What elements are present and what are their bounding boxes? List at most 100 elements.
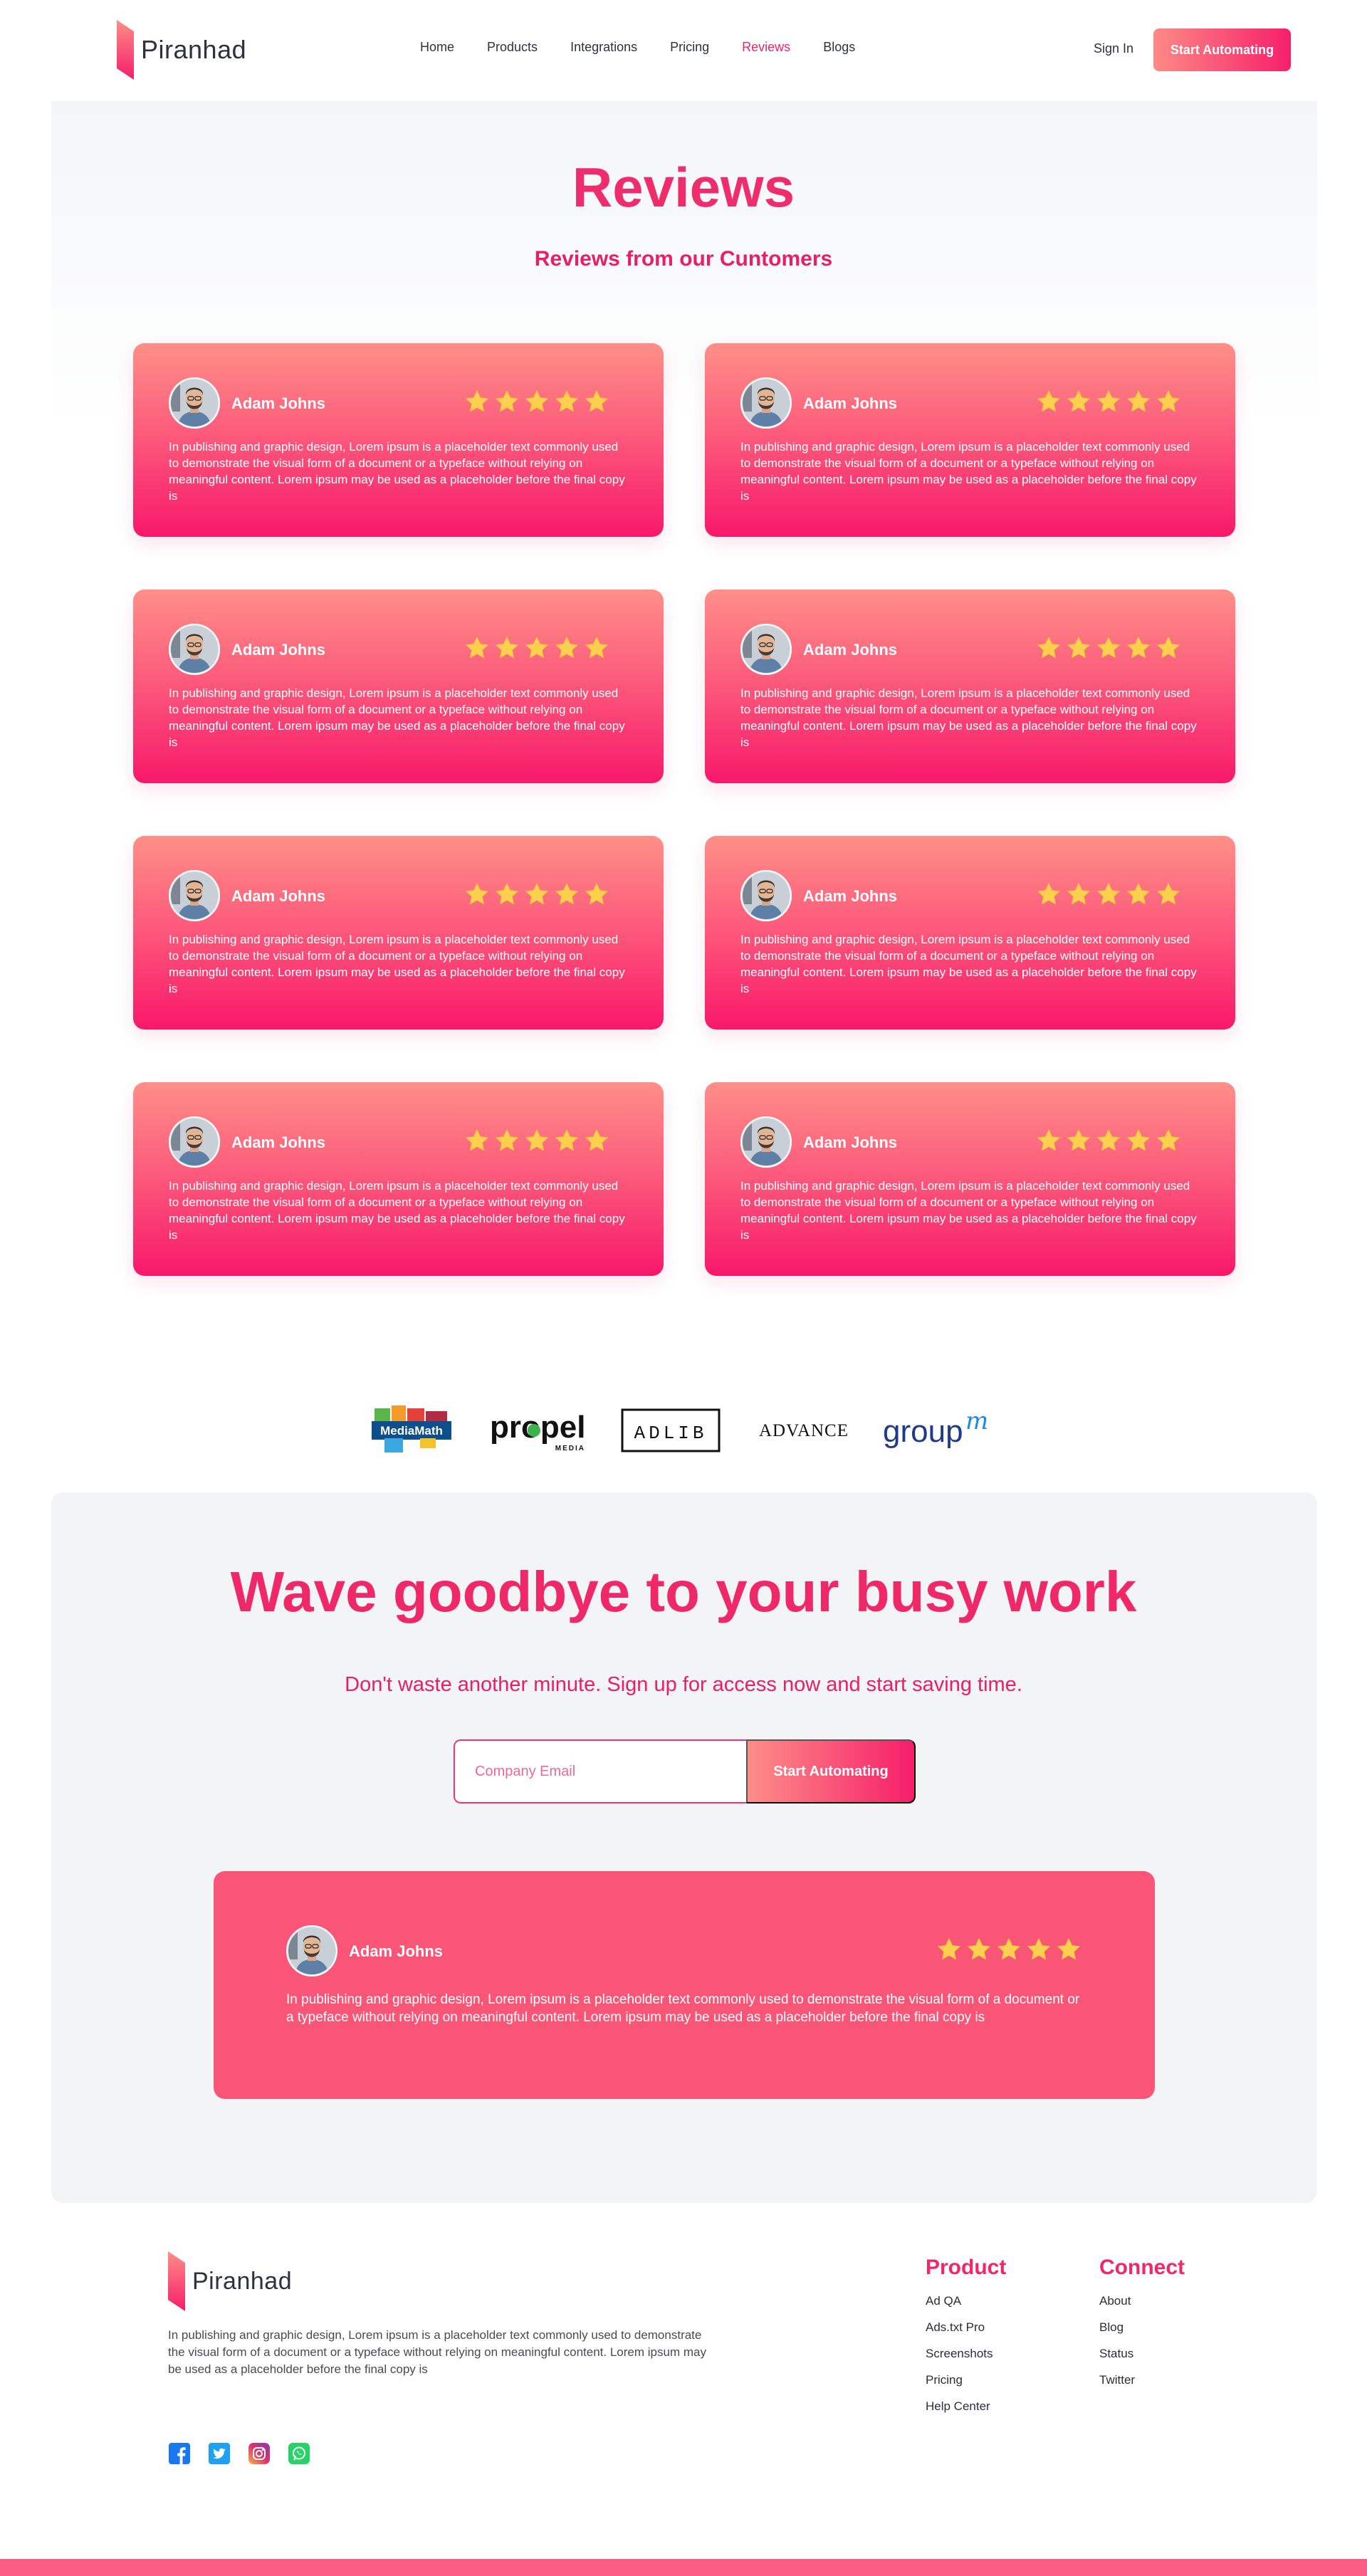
- reviews-subtitle: Reviews from our Cuntomers: [534, 247, 833, 271]
- footer-link-twitter[interactable]: Twitter: [1099, 2373, 1185, 2387]
- star-icon: [464, 389, 490, 414]
- reviewer-avatar: [169, 870, 220, 921]
- reviewer-name: Adam Johns: [231, 1133, 326, 1151]
- rating-stars: [464, 881, 609, 907]
- reviewer-name: Adam Johns: [231, 641, 326, 659]
- reviewer-avatar: [740, 377, 792, 429]
- signup-start-automating-button[interactable]: Start Automating: [746, 1739, 916, 1803]
- nav-reviews[interactable]: Reviews: [742, 40, 790, 55]
- review-text: In publishing and graphic design, Lorem …: [169, 686, 625, 749]
- star-icon: [494, 881, 520, 907]
- adlib-logo: ADLIB: [621, 1403, 722, 1460]
- review-text: In publishing and graphic design, Lorem …: [169, 933, 625, 995]
- footer-product-column: Product Ad QA Ads.txt Pro Screenshots Pr…: [926, 2256, 1006, 2426]
- header-logo[interactable]: Piranhad: [117, 20, 246, 80]
- reviewer-avatar: [740, 624, 792, 675]
- star-icon: [584, 881, 609, 907]
- footer-description: In publishing and graphic design, Lorem …: [168, 2328, 706, 2376]
- reviewer-name: Adam Johns: [803, 887, 898, 905]
- nav-blogs[interactable]: Blogs: [823, 40, 855, 55]
- star-icon: [996, 1937, 1022, 1962]
- reviews-title: Reviews: [572, 156, 795, 219]
- footer-link-pricing[interactable]: Pricing: [926, 2373, 1006, 2387]
- star-icon: [1096, 1128, 1121, 1153]
- reviewer-name: Adam Johns: [231, 887, 326, 905]
- star-icon: [1156, 635, 1181, 661]
- star-icon: [554, 389, 580, 414]
- rating-stars: [1036, 389, 1181, 414]
- footer-link-ad-qa[interactable]: Ad QA: [926, 2294, 1006, 2308]
- nav-pricing[interactable]: Pricing: [670, 40, 709, 55]
- star-icon: [584, 635, 609, 661]
- star-icon: [464, 635, 490, 661]
- footer-link-status[interactable]: Status: [1099, 2347, 1185, 2361]
- logo-mark-icon: [117, 20, 134, 80]
- star-icon: [494, 1128, 520, 1153]
- star-icon: [1066, 881, 1091, 907]
- rating-stars: [936, 1937, 1081, 1962]
- site-header: Piranhad Home Products Integrations Pric…: [0, 0, 1367, 101]
- star-icon: [1056, 1937, 1081, 1962]
- star-icon: [1096, 881, 1121, 907]
- mediamath-logo: MediaMath: [370, 1403, 456, 1460]
- star-icon: [554, 881, 580, 907]
- star-icon: [524, 1128, 550, 1153]
- mediamath-label: MediaMath: [380, 1424, 443, 1438]
- star-icon: [524, 635, 550, 661]
- nav-integrations[interactable]: Integrations: [570, 40, 637, 55]
- reviewer-avatar: [286, 1925, 337, 1976]
- instagram-icon[interactable]: [248, 2442, 271, 2465]
- footer-link-help-center[interactable]: Help Center: [926, 2399, 1006, 2414]
- star-icon: [1026, 1937, 1052, 1962]
- footer-logo[interactable]: Piranhad: [168, 2251, 292, 2311]
- review-card: Adam Johns In publishing and graphic desi…: [705, 343, 1235, 537]
- whatsapp-icon[interactable]: [288, 2442, 310, 2465]
- review-card: Adam Johns In publishing and graphic desi…: [133, 343, 664, 537]
- brand-logos: MediaMath propel MEDIA ADLIB ADVANCE gro…: [0, 1403, 1367, 1460]
- start-automating-button[interactable]: Start Automating: [1153, 28, 1291, 71]
- star-icon: [494, 389, 520, 414]
- star-icon: [494, 635, 520, 661]
- review-card: Adam Johns In publishing and graphic desi…: [133, 836, 664, 1030]
- review-text: In publishing and graphic design, Lorem …: [169, 1179, 625, 1242]
- star-icon: [524, 881, 550, 907]
- footer-connect-title: Connect: [1099, 2256, 1185, 2279]
- star-icon: [1156, 389, 1181, 414]
- groupm-label: group: [883, 1414, 963, 1449]
- review-text: In publishing and graphic design, Lorem …: [169, 440, 625, 503]
- groupm-accent: m: [965, 1407, 988, 1435]
- footer-link-blog[interactable]: Blog: [1099, 2320, 1185, 2335]
- propel-sub-label: MEDIA: [555, 1445, 585, 1452]
- nav-home[interactable]: Home: [420, 40, 454, 55]
- footer-link-screenshots[interactable]: Screenshots: [926, 2347, 1006, 2361]
- cta-subtitle: Don't waste another minute. Sign up for …: [345, 1673, 1022, 1696]
- reviewer-avatar: [169, 1116, 220, 1168]
- star-icon: [584, 1128, 609, 1153]
- rating-stars: [464, 635, 609, 661]
- rating-stars: [1036, 1128, 1181, 1153]
- sign-in-link[interactable]: Sign In: [1094, 41, 1133, 56]
- advance-logo: ADVANCE: [759, 1403, 849, 1460]
- facebook-icon[interactable]: [168, 2442, 191, 2465]
- star-icon: [1066, 389, 1091, 414]
- rating-stars: [464, 389, 609, 414]
- star-icon: [1036, 881, 1062, 907]
- star-icon: [1126, 389, 1151, 414]
- star-icon: [1096, 635, 1121, 661]
- star-icon: [1096, 389, 1121, 414]
- twitter-icon[interactable]: [208, 2442, 231, 2465]
- review-text: In publishing and graphic design, Lorem …: [286, 1992, 1080, 2025]
- footer-link-about[interactable]: About: [1099, 2294, 1185, 2308]
- star-icon: [1066, 1128, 1091, 1153]
- star-icon: [1156, 881, 1181, 907]
- company-email-input[interactable]: Company Email: [454, 1739, 748, 1803]
- star-icon: [1156, 1128, 1181, 1153]
- reviewer-name: Adam Johns: [803, 641, 898, 659]
- nav-products[interactable]: Products: [487, 40, 538, 55]
- reviewer-name: Adam Johns: [231, 394, 326, 412]
- footer-link-ads-txt-pro[interactable]: Ads.txt Pro: [926, 2320, 1006, 2335]
- star-icon: [464, 1128, 490, 1153]
- star-icon: [584, 389, 609, 414]
- star-icon: [1036, 1128, 1062, 1153]
- star-icon: [936, 1937, 962, 1962]
